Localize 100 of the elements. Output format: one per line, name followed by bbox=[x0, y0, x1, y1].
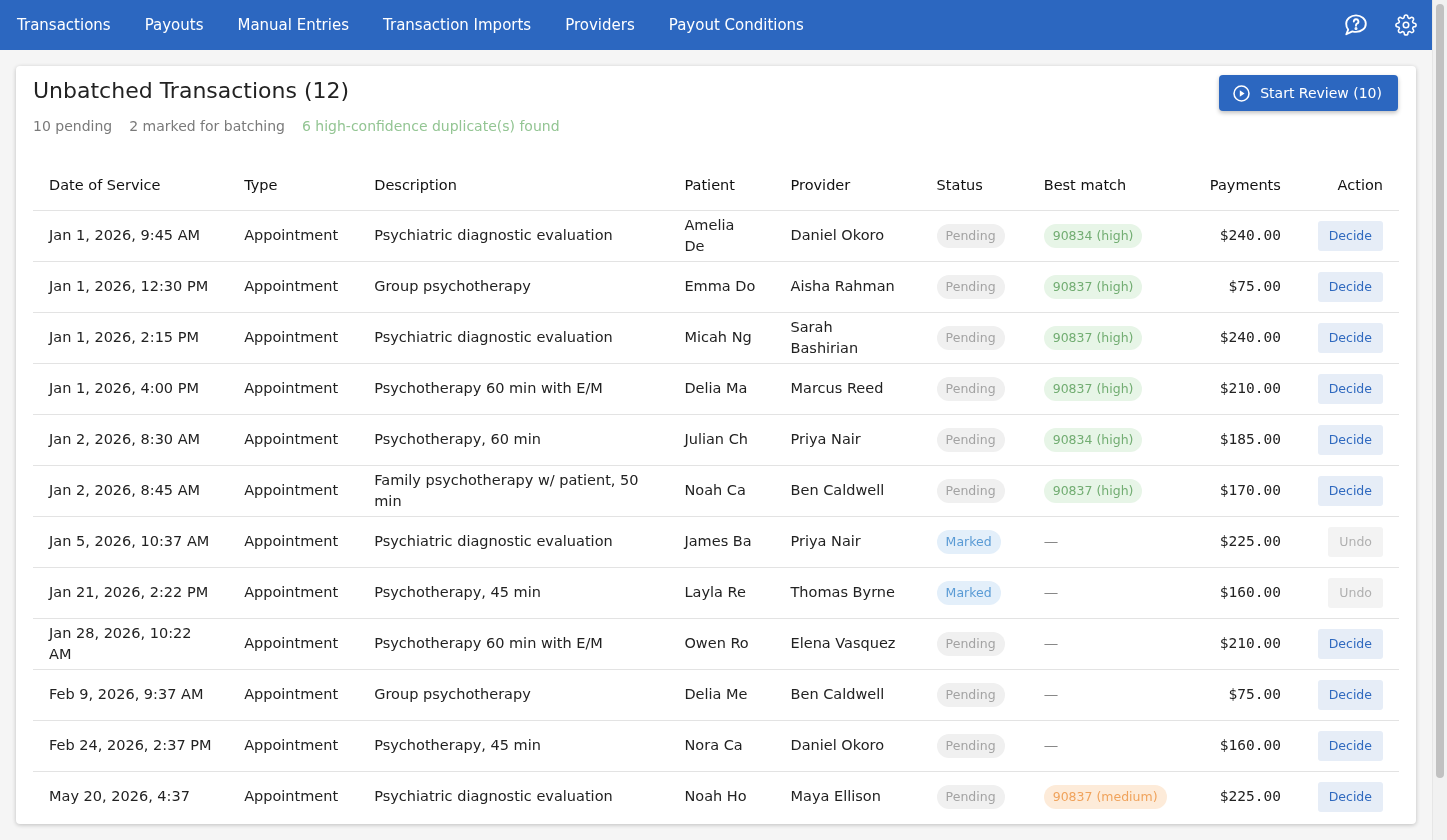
table-cell-text: Psychotherapy, 60 min bbox=[374, 431, 541, 447]
table-cell-text: Delia Ma bbox=[684, 380, 748, 396]
table-cell-text: Family psychotherapy w/ patient, 50 min bbox=[374, 471, 639, 509]
table-cell-text: Feb 24, 2026, 2:37 PM bbox=[49, 737, 212, 753]
empty-match-text: — bbox=[1043, 737, 1059, 753]
empty-match-text: — bbox=[1043, 686, 1059, 702]
table-cell-text: Psychotherapy 60 min with E/M bbox=[374, 380, 603, 396]
nav-link[interactable]: Payouts bbox=[144, 13, 204, 37]
match-badge: 90837 (high) bbox=[1043, 274, 1143, 299]
status-badge: Pending bbox=[936, 682, 1005, 707]
decide-button[interactable]: Decide bbox=[1317, 679, 1383, 710]
table-cell-text: Appointment bbox=[244, 431, 339, 447]
table-cell-text: Appointment bbox=[244, 227, 339, 243]
table-cell-text: Feb 9, 2026, 9:37 AM bbox=[49, 686, 204, 702]
column-header: Type bbox=[244, 176, 278, 193]
help-icon[interactable] bbox=[1345, 14, 1367, 36]
status-badge: Pending bbox=[936, 733, 1005, 758]
nav-link[interactable]: Payout Conditions bbox=[668, 13, 804, 37]
table-cell-text: Emma Do bbox=[684, 278, 756, 294]
table-cell-text: Psychiatric diagnostic evaluation bbox=[374, 227, 613, 243]
table-cell-text: Daniel Okoro bbox=[790, 227, 885, 243]
table-cell-text: Appointment bbox=[244, 635, 339, 651]
table-cell-text: Psychiatric diagnostic evaluation bbox=[374, 329, 613, 345]
column-header: Provider bbox=[790, 176, 851, 193]
table-cell-text: Jan 1, 2026, 2:15 PM bbox=[49, 329, 199, 345]
table-cell-text: Appointment bbox=[244, 329, 339, 345]
table-cell-text: Appointment bbox=[244, 533, 339, 549]
status-badge: Pending bbox=[936, 325, 1005, 350]
decide-button[interactable]: Decide bbox=[1317, 424, 1383, 455]
table-cell-text: James Ba bbox=[684, 533, 752, 549]
table-cell-text: Jan 1, 2026, 4:00 PM bbox=[49, 380, 199, 396]
status-badge: Pending bbox=[936, 223, 1005, 248]
payment-amount: $240.00 bbox=[1219, 227, 1281, 243]
panel-title: Unbatched Transactions (12) bbox=[33, 77, 351, 105]
payment-amount: $240.00 bbox=[1219, 329, 1281, 345]
nav-link[interactable]: Providers bbox=[565, 13, 635, 37]
decide-button[interactable]: Decide bbox=[1317, 475, 1383, 506]
payment-amount: $185.00 bbox=[1219, 431, 1281, 447]
table-cell-text: Owen Ro bbox=[684, 635, 749, 651]
scrollbar[interactable] bbox=[1432, 0, 1447, 840]
match-badge: 90837 (high) bbox=[1043, 376, 1143, 401]
table-cell-text: May 20, 2026, 4:37 bbox=[49, 788, 190, 805]
table-cell-text: Ben Caldwell bbox=[790, 686, 885, 702]
nav-link[interactable]: Transactions bbox=[17, 13, 111, 37]
table-cell-text: Thomas Byrne bbox=[790, 584, 895, 600]
decide-button[interactable]: Decide bbox=[1317, 781, 1383, 812]
table-cell-text: Layla Re bbox=[684, 584, 746, 600]
table-cell-text: Psychotherapy, 45 min bbox=[374, 584, 541, 600]
payment-amount: $160.00 bbox=[1219, 737, 1281, 753]
table-cell-text: Priya Nair bbox=[790, 533, 861, 549]
column-header: Date of Service bbox=[49, 176, 161, 193]
decide-button[interactable]: Decide bbox=[1317, 220, 1383, 251]
column-header: Description bbox=[374, 176, 457, 193]
table-cell-text: Delia Me bbox=[684, 686, 748, 702]
column-header: Patient bbox=[684, 176, 735, 193]
table-cell-text: Appointment bbox=[244, 482, 339, 498]
status-badge: Pending bbox=[936, 784, 1005, 809]
column-header: Status bbox=[936, 176, 983, 193]
status-badge: Pending bbox=[936, 478, 1005, 503]
payment-amount: $75.00 bbox=[1228, 278, 1281, 294]
nav-link[interactable]: Manual Entries bbox=[237, 13, 349, 37]
match-badge: 90834 (high) bbox=[1043, 223, 1143, 248]
table-cell-text: Psychiatric diagnostic evaluation bbox=[374, 533, 613, 549]
match-badge: 90837 (medium) bbox=[1043, 784, 1167, 809]
table-cell-text: Group psychotherapy bbox=[374, 686, 531, 702]
match-badge: 90837 (high) bbox=[1043, 325, 1143, 350]
payment-amount: $225.00 bbox=[1219, 533, 1281, 549]
table-cell-text: Psychiatric diagnostic evaluation bbox=[374, 788, 613, 805]
status-badge: Marked bbox=[936, 580, 1001, 605]
settings-icon[interactable] bbox=[1395, 14, 1417, 36]
payment-amount: $170.00 bbox=[1219, 482, 1281, 498]
table-cell-text: Psychotherapy 60 min with E/M bbox=[374, 635, 603, 651]
decide-button[interactable]: Decide bbox=[1317, 373, 1383, 404]
column-header: Payments bbox=[1209, 176, 1281, 193]
column-header: Best match bbox=[1043, 176, 1127, 193]
decide-button[interactable]: Decide bbox=[1317, 628, 1383, 659]
stat-text: 2 marked for batching bbox=[129, 117, 285, 136]
start-review-button[interactable]: Start Review (10) bbox=[1219, 75, 1398, 111]
decide-button[interactable]: Decide bbox=[1317, 730, 1383, 761]
nav-link[interactable]: Transaction Imports bbox=[383, 13, 532, 37]
table-cell-text: Noah Ho bbox=[684, 788, 747, 805]
status-badge: Pending bbox=[936, 376, 1005, 401]
table-cell-text: Micah Ng bbox=[684, 329, 752, 345]
table-cell-text: Maya Ellison bbox=[790, 788, 881, 805]
decide-button[interactable]: Decide bbox=[1317, 271, 1383, 302]
status-badge: Pending bbox=[936, 274, 1005, 299]
status-badge: Marked bbox=[936, 529, 1001, 554]
status-badge: Pending bbox=[936, 427, 1005, 452]
table-cell-text: Jan 5, 2026, 10:37 AM bbox=[49, 533, 210, 549]
table-cell-text: Jan 21, 2026, 2:22 PM bbox=[49, 584, 209, 600]
table-cell-text: Nora Ca bbox=[684, 737, 743, 753]
table-cell-text: Jan 1, 2026, 12:30 PM bbox=[49, 278, 209, 294]
payment-amount: $160.00 bbox=[1219, 584, 1281, 600]
table-cell-text: Appointment bbox=[244, 380, 339, 396]
status-badge: Pending bbox=[936, 631, 1005, 656]
table-cell-text: Jan 1, 2026, 9:45 AM bbox=[49, 227, 201, 243]
stat-text: 10 pending bbox=[33, 117, 113, 136]
table-cell-text: Appointment bbox=[244, 278, 339, 294]
decide-button[interactable]: Decide bbox=[1317, 322, 1383, 353]
table-cell-text: Sarah Bashirian bbox=[790, 318, 859, 356]
